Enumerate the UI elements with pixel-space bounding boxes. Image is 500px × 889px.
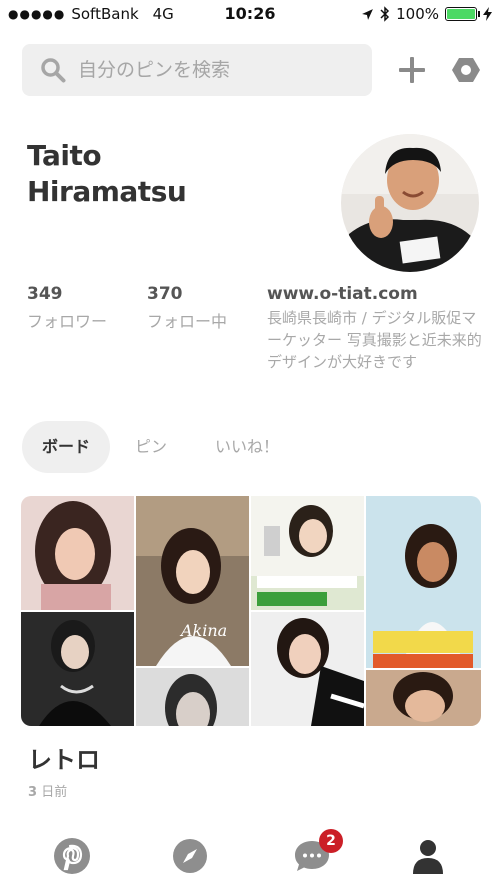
board-cover[interactable]: Akina [21,496,481,726]
hexagon-settings-icon [452,58,480,82]
battery-icon [445,7,480,21]
cover-photo-8 [366,670,481,726]
status-bar: ●●●●● SoftBank 4G 10:26 100% [0,0,500,28]
website-link[interactable]: www.o-tiat.com [267,284,482,304]
following-stat[interactable]: 370 フォロー中 [147,284,227,332]
following-label: フォロー中 [147,312,228,331]
board-updated-time: 3 日前 [28,781,67,800]
search-icon [41,58,66,83]
svg-text:MICHELIN: MICHELIN [445,261,479,271]
followers-stat[interactable]: 349 フォロワー [27,284,107,332]
board-title[interactable]: レトロ [28,740,100,775]
cover-photo-1 [21,496,134,610]
cover-photo-2 [21,612,134,726]
followers-label: フォロワー [27,312,108,331]
board-updated-count: 3 [28,785,38,800]
search-input[interactable] [76,58,340,82]
plus-icon [399,57,425,83]
tab-likes[interactable]: いいね！ [195,421,299,473]
bottom-nav [0,828,500,889]
profile-tabs: ボード ピン いいね！ [22,421,299,473]
avatar[interactable]: MICHELIN [341,134,479,272]
following-count: 370 [147,284,183,304]
profile-first-name: Taito [27,139,102,172]
pinterest-home-icon[interactable] [52,836,92,876]
avatar-photo: MICHELIN [341,134,479,272]
profile-last-name: Hiramatsu [27,175,187,208]
cover-photo-5 [251,496,364,610]
cover-photo-7 [366,496,481,668]
battery-percent: 100% [396,5,439,23]
explore-compass-icon[interactable] [170,836,210,876]
board-cover-collage: Akina [21,496,481,726]
tab-pins[interactable]: ピン [115,421,187,473]
settings-button[interactable] [450,54,482,86]
profile-bio: 長崎県長崎市 / デジタル販促マーケッター 写真撮影と近未来的デザインが大好きで… [267,309,482,371]
profile-icon[interactable] [408,836,448,876]
followers-count: 349 [27,284,63,304]
cover-photo-6 [251,612,365,726]
search-bar[interactable] [22,44,372,96]
svg-text:Akina: Akina [179,621,227,640]
status-right: 100% [361,5,492,23]
tab-boards[interactable]: ボード [22,421,111,473]
cover-photo-4 [136,668,249,726]
profile-about: www.o-tiat.com 長崎県長崎市 / デジタル販促マーケッター 写真撮… [267,284,482,373]
charging-icon [483,7,492,21]
profile-name: Taito Hiramatsu [27,138,307,210]
bluetooth-icon [380,6,390,22]
add-pin-button[interactable] [396,54,428,86]
cover-photo-3: Akina [136,496,249,666]
location-arrow-icon [362,8,374,20]
notification-badge: 2 [319,829,343,853]
board-updated-unit: 日前 [41,785,68,800]
